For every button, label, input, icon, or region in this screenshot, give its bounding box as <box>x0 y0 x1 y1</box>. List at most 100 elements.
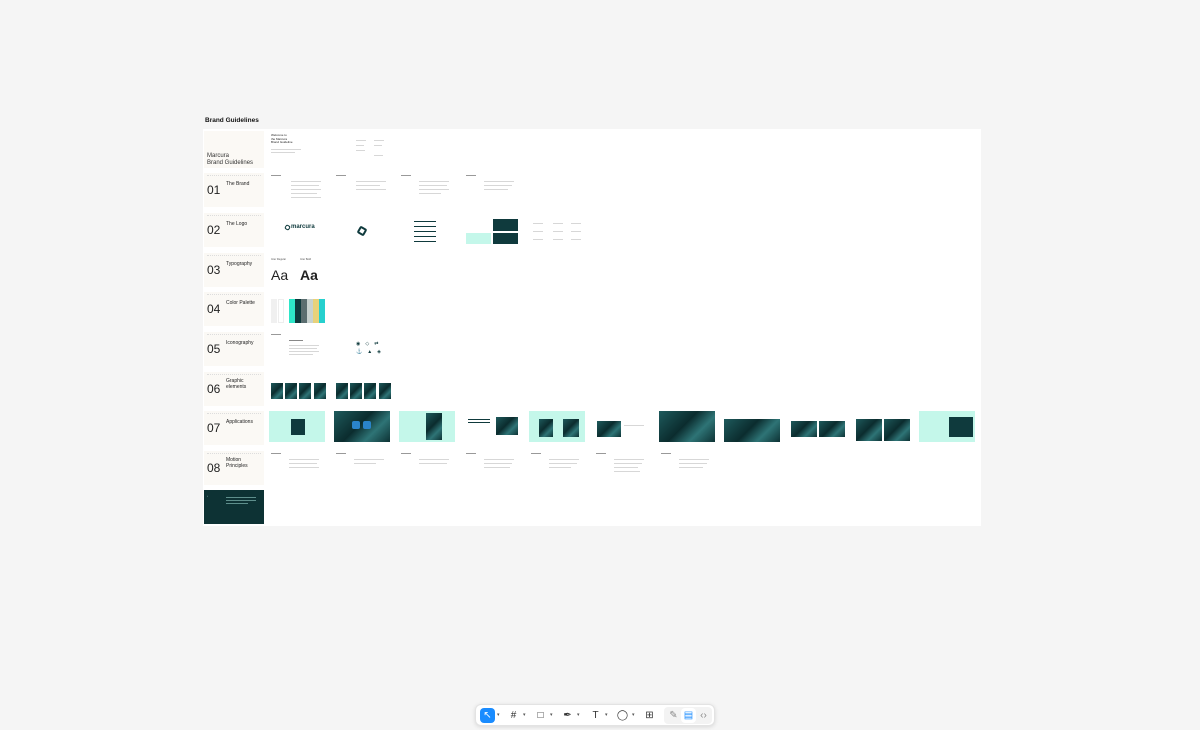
section-number: 03 <box>207 263 221 277</box>
logo-slide[interactable] <box>464 213 520 245</box>
application-slide[interactable] <box>464 411 520 442</box>
section-label: Graphic elements <box>226 378 247 390</box>
iconography-slide[interactable] <box>269 332 325 364</box>
motion-slide[interactable] <box>659 451 715 483</box>
dev-mode-button[interactable]: ‹› <box>696 708 711 723</box>
section-cover-applications[interactable]: 07 Applications <box>204 411 264 445</box>
section-number: 05 <box>207 342 221 356</box>
chevron-down-icon[interactable]: ▾ <box>605 710 608 720</box>
section-cover-motion[interactable]: 08 Motion Principles <box>204 451 264 485</box>
end-slide-mark: ▪ <box>207 495 208 498</box>
contents-slide[interactable] <box>334 131 390 163</box>
section-number: 07 <box>207 421 221 435</box>
brand-slide[interactable] <box>399 173 455 205</box>
brand-slide[interactable] <box>269 173 325 205</box>
pencil-icon: ✎ <box>669 710 678 721</box>
design-icon: ▤ <box>683 710 694 721</box>
motion-slide[interactable] <box>529 451 585 483</box>
iconography-slide[interactable]: ◉◇⇄ ⚓▲◈ <box>334 332 390 364</box>
graphic-slide[interactable] <box>334 372 394 406</box>
section-cover-brand[interactable]: 01 The Brand <box>204 173 264 207</box>
section-label: Color Palette <box>226 300 255 306</box>
color-swatch <box>278 299 284 323</box>
motion-slide[interactable] <box>334 451 390 483</box>
design-mode-button[interactable]: ▤ <box>681 708 696 723</box>
cursor-arrow-icon: ↖ <box>483 710 492 721</box>
section-cover-logo[interactable]: 02 The Logo <box>204 213 264 247</box>
application-slide[interactable] <box>659 411 715 442</box>
section-cover-color[interactable]: 04 Color Palette <box>204 292 264 326</box>
motion-slide[interactable] <box>269 451 325 483</box>
typography-slide[interactable]: Inter Regular Inter Bold Aa Aa <box>269 253 329 287</box>
application-slide[interactable] <box>594 411 650 442</box>
section-label: The Brand <box>226 181 250 187</box>
welcome-line3: Brand Guideline <box>271 140 293 145</box>
font-regular-caption: Inter Regular <box>271 258 286 261</box>
application-slide[interactable] <box>789 411 845 442</box>
section-label: Applications <box>226 419 253 425</box>
pen-icon: ✒ <box>563 710 572 721</box>
comment-icon: ◯ <box>616 710 629 721</box>
logo-slide[interactable]: marcura <box>269 213 325 245</box>
font-sample-regular: Aa <box>271 267 289 283</box>
motion-slide[interactable] <box>464 451 520 483</box>
application-slide[interactable] <box>724 411 780 442</box>
section-number: 06 <box>207 382 221 396</box>
section-number: 04 <box>207 302 221 316</box>
application-slide[interactable] <box>529 411 585 442</box>
chevron-down-icon[interactable]: ▾ <box>550 710 553 720</box>
brand-slide[interactable] <box>464 173 520 205</box>
section-label: Typography <box>226 261 253 267</box>
font-sample-bold: Aa <box>300 267 318 283</box>
graphic-slide[interactable] <box>269 372 329 406</box>
cover-title-line2: Brand Guidelines <box>207 160 254 166</box>
end-slide[interactable]: ▪ <box>204 490 264 524</box>
section-number: 08 <box>207 461 221 475</box>
shape-tool-button[interactable]: □ <box>533 708 548 723</box>
motion-slide[interactable] <box>594 451 650 483</box>
logo-slide[interactable] <box>334 213 390 245</box>
welcome-slide[interactable]: Welcome to the Marcura Brand Guideline <box>269 131 325 163</box>
section-label: Iconography <box>226 340 254 346</box>
actions-button[interactable]: ⊞ <box>642 708 657 723</box>
color-swatch <box>319 299 325 323</box>
cover-title-line1: Marcura <box>207 153 230 159</box>
text-tool-button[interactable]: T <box>588 708 603 723</box>
comment-tool-button[interactable]: ◯ <box>615 708 630 723</box>
application-slide[interactable] <box>269 411 325 442</box>
section-number: 01 <box>207 183 221 197</box>
hash-frame-icon: # <box>510 710 517 721</box>
chevron-down-icon[interactable]: ▾ <box>577 710 580 720</box>
mode-toggle-group: ✎ ▤ ‹› <box>664 707 712 724</box>
chevron-down-icon[interactable]: ▾ <box>523 710 526 720</box>
color-swatch <box>271 299 277 323</box>
section-cover-iconography[interactable]: 05 Iconography <box>204 332 264 366</box>
design-toolbar: ↖ ▾ # ▾ □ ▾ ✒ ▾ T ▾ ◯ ▾ ⊞ ✎ ▤ ‹› <box>475 704 715 726</box>
rectangle-icon: □ <box>537 710 544 721</box>
brand-slide[interactable] <box>334 173 390 205</box>
icon-grid-icon: ◉◇⇄ ⚓▲◈ <box>356 341 387 355</box>
chevron-down-icon[interactable]: ▾ <box>632 710 635 720</box>
font-bold-caption: Inter Bold <box>300 258 312 261</box>
logo-slide[interactable] <box>399 213 455 245</box>
application-slide[interactable] <box>334 411 390 442</box>
section-cover-typography[interactable]: 03 Typography <box>204 253 264 287</box>
actions-grid-icon: ⊞ <box>645 710 654 721</box>
frame-tool-button[interactable]: # <box>506 708 521 723</box>
text-icon: T <box>592 710 599 721</box>
move-tool-button[interactable]: ↖ <box>480 708 495 723</box>
draw-mode-button[interactable]: ✎ <box>666 708 681 723</box>
section-number: 02 <box>207 223 221 237</box>
section-cover-graphic[interactable]: 06 Graphic elements <box>204 372 264 406</box>
cover-slide[interactable]: Marcura Brand Guidelines <box>204 131 264 168</box>
application-slide[interactable] <box>399 411 455 442</box>
chevron-down-icon[interactable]: ▾ <box>497 710 500 720</box>
application-slide[interactable] <box>919 411 975 442</box>
logo-slide[interactable] <box>529 213 585 245</box>
pen-tool-button[interactable]: ✒ <box>560 708 575 723</box>
motion-slide[interactable] <box>399 451 455 483</box>
page-title[interactable]: Brand Guidelines <box>205 117 259 124</box>
section-label: The Logo <box>226 221 248 227</box>
section-label: Motion Principles <box>226 457 248 469</box>
application-slide[interactable] <box>854 411 910 442</box>
